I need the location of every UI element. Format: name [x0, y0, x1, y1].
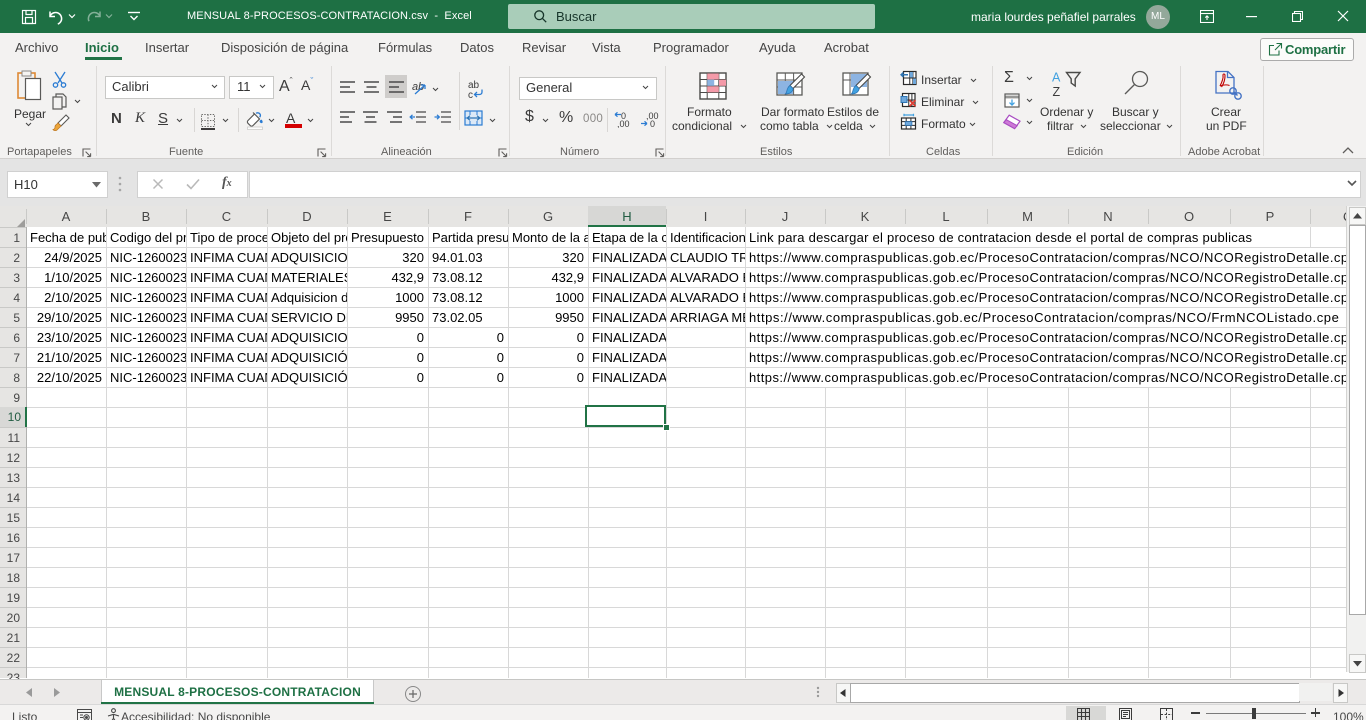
- svg-text:0: 0: [650, 119, 655, 128]
- svg-text:Z: Z: [1053, 85, 1061, 98]
- svg-text:,00: ,00: [617, 119, 630, 128]
- svg-text:c: c: [468, 90, 473, 100]
- svg-text:A: A: [1052, 71, 1061, 85]
